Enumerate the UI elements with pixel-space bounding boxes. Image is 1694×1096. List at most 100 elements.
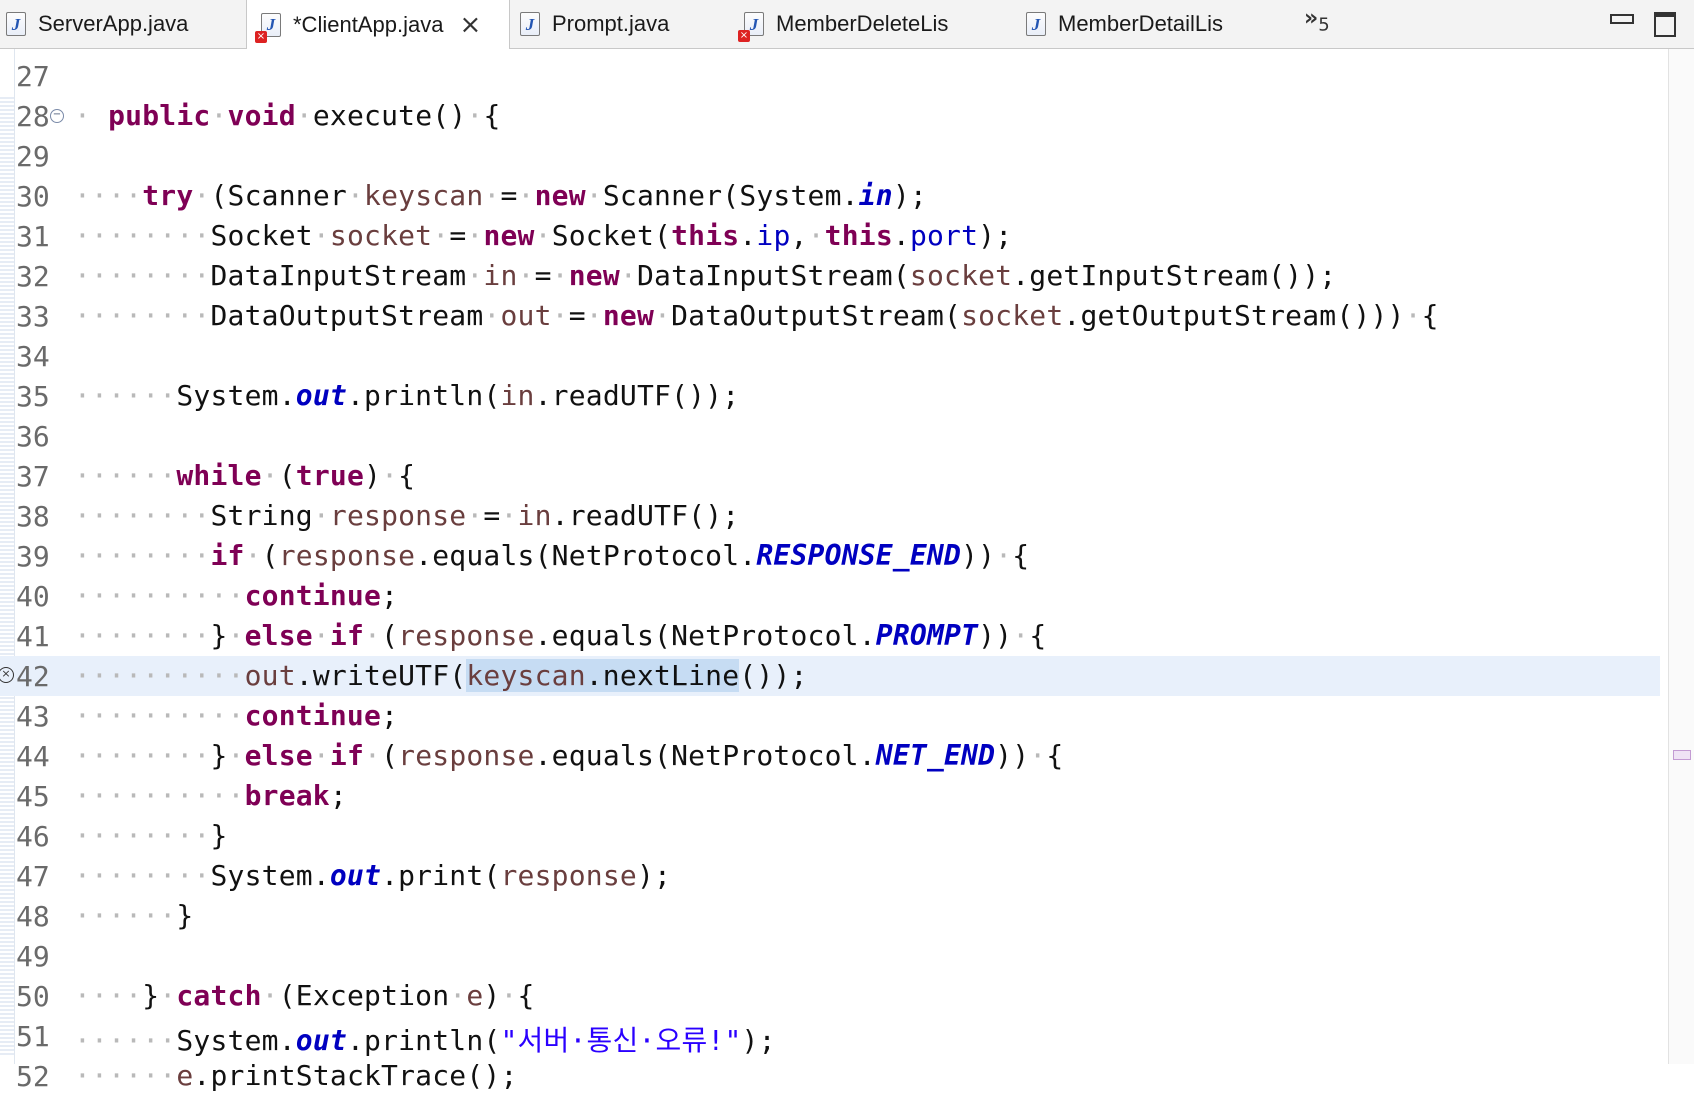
code-line[interactable]: 31 ········Socket·socket·=·new·Socket(thi… <box>0 216 1660 256</box>
code-line[interactable]: 34 <box>0 336 1660 376</box>
code-token: ······ <box>74 379 177 412</box>
line-number: 33 <box>16 300 50 333</box>
close-tab-icon[interactable]: × <box>459 10 481 40</box>
code-token: ·········· <box>74 779 245 812</box>
code-token: { <box>1029 619 1047 652</box>
code-token: ; <box>381 579 399 612</box>
code-line[interactable]: 33 ········DataOutputStream·out·=·new·Dat… <box>0 296 1660 336</box>
line-number: 35 <box>16 380 50 413</box>
tab-memberdetaillistener[interactable]: J MemberDetailLis <box>1026 0 1286 48</box>
code-line[interactable]: 50 ····}·catch·(Exception·e)·{ <box>0 976 1660 1016</box>
code-token: { <box>1012 539 1030 572</box>
tab-label: ServerApp.java <box>38 11 189 36</box>
code-token: in <box>858 179 893 212</box>
code-token: · <box>466 219 484 252</box>
code-line[interactable]: 37 ······while·(true)·{ <box>0 456 1660 496</box>
tab-serverapp[interactable]: J ServerApp.java <box>0 0 246 48</box>
code-token: keyscan <box>466 659 586 692</box>
code-line[interactable]: 32 ········DataInputStream·in·=·new·DataI… <box>0 256 1660 296</box>
code-token: = <box>568 299 586 332</box>
code-line[interactable]: 52 ······e.printStackTrace(); <box>0 1056 1660 1096</box>
minimize-icon[interactable] <box>1610 14 1634 24</box>
line-number: 47 <box>16 860 50 893</box>
code-line[interactable]: 42 × ··········out.writeUTF(keyscan.nextLi… <box>0 656 1660 696</box>
line-number: 34 <box>16 340 50 373</box>
code-token: · <box>312 499 330 532</box>
code-line[interactable]: 47 ········System.out.print(response); <box>0 856 1660 896</box>
code-token: } <box>176 899 194 932</box>
code-line[interactable]: 29 <box>0 136 1660 176</box>
code-token: ········ <box>74 499 211 532</box>
line-number: 46 <box>16 820 50 853</box>
code-token: this <box>824 219 893 252</box>
code-text: ········String·response·=·in.readUTF(); <box>74 499 739 532</box>
code-text: ········if·(response.equals(NetProtocol.… <box>74 539 1029 572</box>
code-token: NET_END <box>875 739 996 772</box>
code-line[interactable]: 45 ··········break; <box>0 776 1660 816</box>
code-line[interactable]: 28− · public·void·execute()·{ <box>0 96 1660 136</box>
code-token: response <box>329 499 467 532</box>
code-token: true <box>295 459 365 492</box>
code-line[interactable]: 40 ··········continue; <box>0 576 1660 616</box>
code-line[interactable]: 27 <box>0 56 1660 96</box>
tab-prompt[interactable]: J Prompt.java <box>520 0 730 48</box>
code-token: .readUTF()); <box>534 379 740 412</box>
code-line[interactable]: 39 ········if·(response.equals(NetProtoco… <box>0 536 1660 576</box>
code-token: execute() <box>312 99 467 132</box>
tab-label: Prompt.java <box>552 11 670 36</box>
code-token: new <box>568 259 620 292</box>
code-line[interactable]: 48 ······} <box>0 896 1660 936</box>
code-token: · <box>261 979 279 1012</box>
code-text: ········System.out.print(response); <box>74 859 671 892</box>
maximize-icon[interactable] <box>1654 12 1676 37</box>
line-number: 36 <box>16 420 50 453</box>
code-text: ··········out.writeUTF(keyscan.nextLine(… <box>74 659 808 692</box>
code-line[interactable]: 46 ········} <box>0 816 1660 856</box>
code-token: · <box>346 179 365 212</box>
tab-overflow-button[interactable]: »5 <box>1304 6 1330 35</box>
code-line[interactable]: 51 ······System.out.println("서버·통신·오류!"); <box>0 1016 1660 1057</box>
code-line[interactable]: 36 <box>0 416 1660 456</box>
line-number: 30 <box>16 180 50 213</box>
code-token: .nextLine <box>585 659 740 692</box>
code-token: · <box>619 259 637 292</box>
code-token: · <box>227 739 245 772</box>
code-token: } <box>142 979 160 1012</box>
code-token: public <box>108 99 211 132</box>
code-text: ······System.out.println(in.readUTF()); <box>74 379 739 412</box>
code-line[interactable]: 44 ········}·else·if·(response.equals(Net… <box>0 736 1660 776</box>
code-token: · <box>551 259 569 292</box>
code-line[interactable]: 30 ····try·(Scanner·keyscan·=·new·Scanner… <box>0 176 1660 216</box>
line-number: 27 <box>16 60 50 93</box>
code-line[interactable]: 43 ··········continue; <box>0 696 1660 736</box>
code-token: · <box>244 539 262 572</box>
code-line[interactable]: 35 ······System.out.println(in.readUTF())… <box>0 376 1660 416</box>
code-text: ··········break; <box>74 779 347 812</box>
code-text: ······while·(true)·{ <box>74 459 415 492</box>
tab-clientapp[interactable]: J × *ClientApp.java × <box>246 0 510 49</box>
code-line[interactable]: 38 ········String·response·=·in.readUTF()… <box>0 496 1660 536</box>
code-token: port <box>909 219 979 252</box>
code-token: { <box>483 99 501 132</box>
code-token: System. <box>176 1024 296 1057</box>
tab-memberdeletelistener[interactable]: J × MemberDeleteLis <box>738 0 1014 48</box>
code-token: · <box>517 259 535 292</box>
error-marker-icon[interactable]: × <box>0 667 14 683</box>
code-token: PROMPT <box>875 619 979 652</box>
code-token: · <box>261 459 279 492</box>
code-line[interactable]: 49 <box>0 936 1660 976</box>
code-token: · <box>1404 299 1422 332</box>
code-token: response <box>398 619 535 652</box>
code-token: ·········· <box>74 579 245 612</box>
line-number: 40 <box>16 580 50 613</box>
code-token: · <box>210 99 228 132</box>
code-token: · <box>466 99 484 132</box>
tab-label: *ClientApp.java <box>293 11 444 37</box>
code-token: if <box>329 619 365 652</box>
fold-collapse-icon[interactable]: − <box>50 109 64 123</box>
occurrence-marker[interactable] <box>1673 750 1691 760</box>
code-token: · <box>364 739 382 772</box>
code-line[interactable]: 41 ········}·else·if·(response.equals(Net… <box>0 616 1660 656</box>
code-text: ········Socket·socket·=·new·Socket(this.… <box>74 219 1012 252</box>
code-token: ···· <box>74 179 143 212</box>
